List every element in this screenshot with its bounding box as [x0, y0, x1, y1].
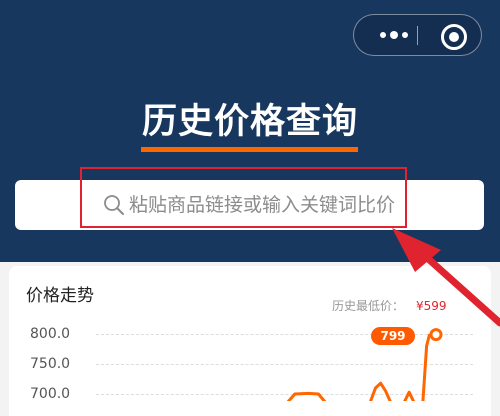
price-badge: 799 [371, 327, 415, 345]
highlight-point [429, 328, 443, 342]
price-trend-chart [286, 328, 443, 401]
